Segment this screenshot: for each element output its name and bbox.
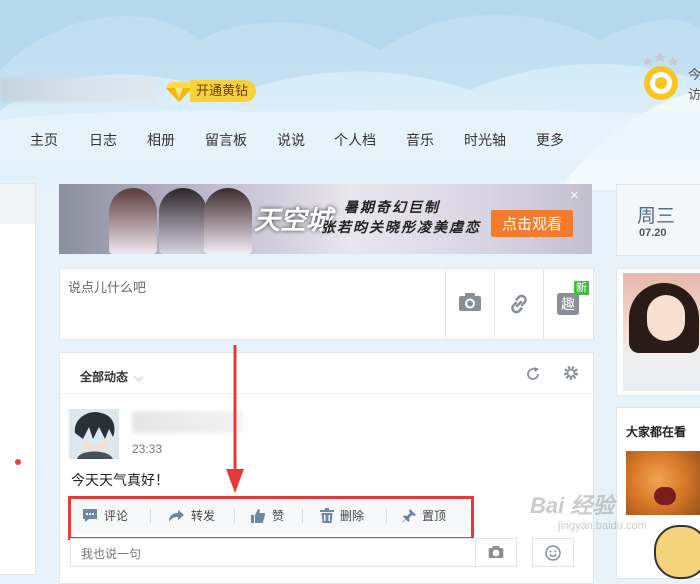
nav-item-timeline[interactable]: 时光轴 bbox=[464, 130, 506, 150]
nav-item-more[interactable]: 更多 bbox=[536, 130, 564, 150]
comment-photo-button[interactable] bbox=[475, 538, 517, 567]
post-time: 23:33 bbox=[132, 442, 163, 456]
nav-item-profile[interactable]: 个人档 bbox=[334, 130, 376, 150]
diamond-icon bbox=[166, 82, 192, 102]
status-input[interactable]: 说点儿什么吧 bbox=[60, 269, 445, 339]
emoji-icon bbox=[545, 545, 561, 561]
left-panel bbox=[0, 183, 36, 575]
notification-dot bbox=[15, 459, 21, 465]
refresh-icon[interactable] bbox=[525, 366, 541, 382]
new-badge: 新 bbox=[574, 281, 589, 295]
link-button[interactable] bbox=[494, 269, 543, 339]
feed-filter-dropdown[interactable]: 全部动态 ⌵ bbox=[80, 368, 143, 385]
cat-mouth bbox=[654, 487, 676, 505]
nav-item-blog[interactable]: 日志 bbox=[89, 130, 117, 150]
vip-upgrade-button[interactable]: 开通黄钻 bbox=[166, 80, 257, 102]
fun-button[interactable]: 趣 新 bbox=[543, 269, 592, 339]
username-blurred bbox=[0, 78, 155, 102]
post-text: 今天天气真好！ bbox=[71, 472, 169, 488]
trending-title: 大家都在看 bbox=[626, 425, 687, 439]
date-card: 周三 07.20 bbox=[616, 184, 700, 256]
comment-emoji-button[interactable] bbox=[532, 538, 574, 567]
highlight-box bbox=[68, 496, 474, 540]
camera-icon bbox=[488, 546, 504, 558]
nav-item-shuoshuo[interactable]: 说说 bbox=[277, 130, 305, 150]
camera-icon bbox=[459, 293, 481, 311]
banner-figure bbox=[109, 188, 157, 254]
banner-headline: 暑期奇幻巨制 bbox=[344, 200, 440, 216]
avatar-image bbox=[69, 409, 119, 459]
banner-figure bbox=[204, 188, 252, 254]
link-icon bbox=[511, 294, 527, 314]
status-placeholder: 说点儿什么吧 bbox=[68, 280, 147, 295]
baidu-watermark: Bai 经验 bbox=[530, 493, 615, 518]
banner-figure bbox=[159, 188, 207, 254]
featured-photo bbox=[623, 273, 700, 391]
annotation-arrow bbox=[226, 345, 244, 493]
nav-item-guestbook[interactable]: 留言板 bbox=[205, 130, 247, 150]
fun-label: 趣 bbox=[561, 297, 575, 313]
comment-input[interactable]: 我也说一句 bbox=[70, 538, 492, 567]
feed-header: 全部动态 ⌵ bbox=[60, 353, 593, 394]
feed-filter-label: 全部动态 bbox=[80, 370, 129, 384]
watch-now-button[interactable]: 点击观看 bbox=[491, 210, 574, 237]
trending-image[interactable] bbox=[626, 451, 700, 515]
sun-level-icon bbox=[642, 52, 679, 100]
photo-card[interactable] bbox=[616, 268, 700, 396]
emoji-face-sticker bbox=[654, 525, 700, 579]
ad-banner[interactable]: 天空城 暑期奇幻巨制 张若昀关晓彤凌美虐恋 点击观看 × bbox=[59, 184, 592, 254]
date-label: 07.20 bbox=[639, 227, 667, 239]
right-header-text-2: 访 bbox=[688, 87, 700, 102]
fun-icon: 趣 bbox=[557, 293, 579, 315]
weekday-label: 周三 bbox=[637, 206, 676, 227]
vip-label: 开通黄钻 bbox=[190, 80, 257, 102]
banner-subline: 张若昀关晓彤凌美虐恋 bbox=[321, 220, 481, 236]
gear-icon[interactable] bbox=[563, 365, 579, 381]
right-header-text-1: 今 bbox=[688, 67, 700, 82]
left-panel-header bbox=[0, 184, 35, 224]
main-nav: 主页 日志 相册 留言板 说说 个人档 音乐 时光轴 更多 bbox=[0, 124, 700, 156]
close-icon[interactable]: × bbox=[570, 187, 579, 204]
photo-face bbox=[647, 295, 685, 341]
photo-upload-button[interactable] bbox=[445, 269, 494, 339]
nav-item-home[interactable]: 主页 bbox=[30, 130, 58, 150]
nav-item-music[interactable]: 音乐 bbox=[406, 130, 434, 150]
avatar[interactable] bbox=[69, 409, 119, 459]
nav-item-album[interactable]: 相册 bbox=[147, 130, 175, 150]
feed-panel: 全部动态 ⌵ 23:33 今天天气真好！ 评论 转发 赞 删除 置顶 我也说一句 bbox=[59, 352, 594, 584]
baidu-watermark-url: jingyan.baidu.com bbox=[558, 520, 647, 532]
comment-placeholder: 我也说一句 bbox=[81, 547, 142, 561]
chevron-down-icon: ⌵ bbox=[134, 370, 144, 384]
status-composer: 说点儿什么吧 趣 新 bbox=[59, 268, 594, 340]
